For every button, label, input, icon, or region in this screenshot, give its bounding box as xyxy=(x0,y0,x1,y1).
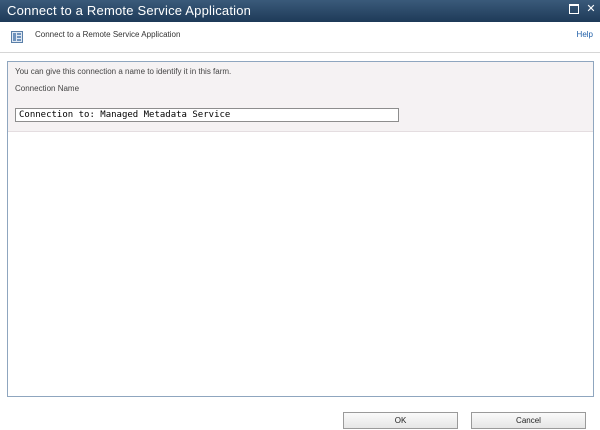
title-bar[interactable]: Connect to a Remote Service Application … xyxy=(0,0,600,22)
page-title: Connect to a Remote Service Application xyxy=(35,30,181,39)
help-link[interactable]: Help xyxy=(577,30,593,39)
connection-name-section: You can give this connection a name to i… xyxy=(8,62,593,132)
content-panel: You can give this connection a name to i… xyxy=(7,61,594,397)
service-application-icon xyxy=(11,30,23,43)
cancel-button[interactable]: Cancel xyxy=(471,412,586,429)
close-icon[interactable]: ✕ xyxy=(585,3,597,15)
window-title: Connect to a Remote Service Application xyxy=(7,3,252,18)
maximize-icon[interactable] xyxy=(568,3,580,15)
ok-button[interactable]: OK xyxy=(343,412,458,429)
dialog-window: Connect to a Remote Service Application … xyxy=(0,0,600,430)
section-description: You can give this connection a name to i… xyxy=(15,67,232,76)
connection-name-input[interactable] xyxy=(15,108,399,122)
connection-name-label: Connection Name xyxy=(15,84,80,93)
dialog-header: Connect to a Remote Service Application … xyxy=(0,22,600,53)
